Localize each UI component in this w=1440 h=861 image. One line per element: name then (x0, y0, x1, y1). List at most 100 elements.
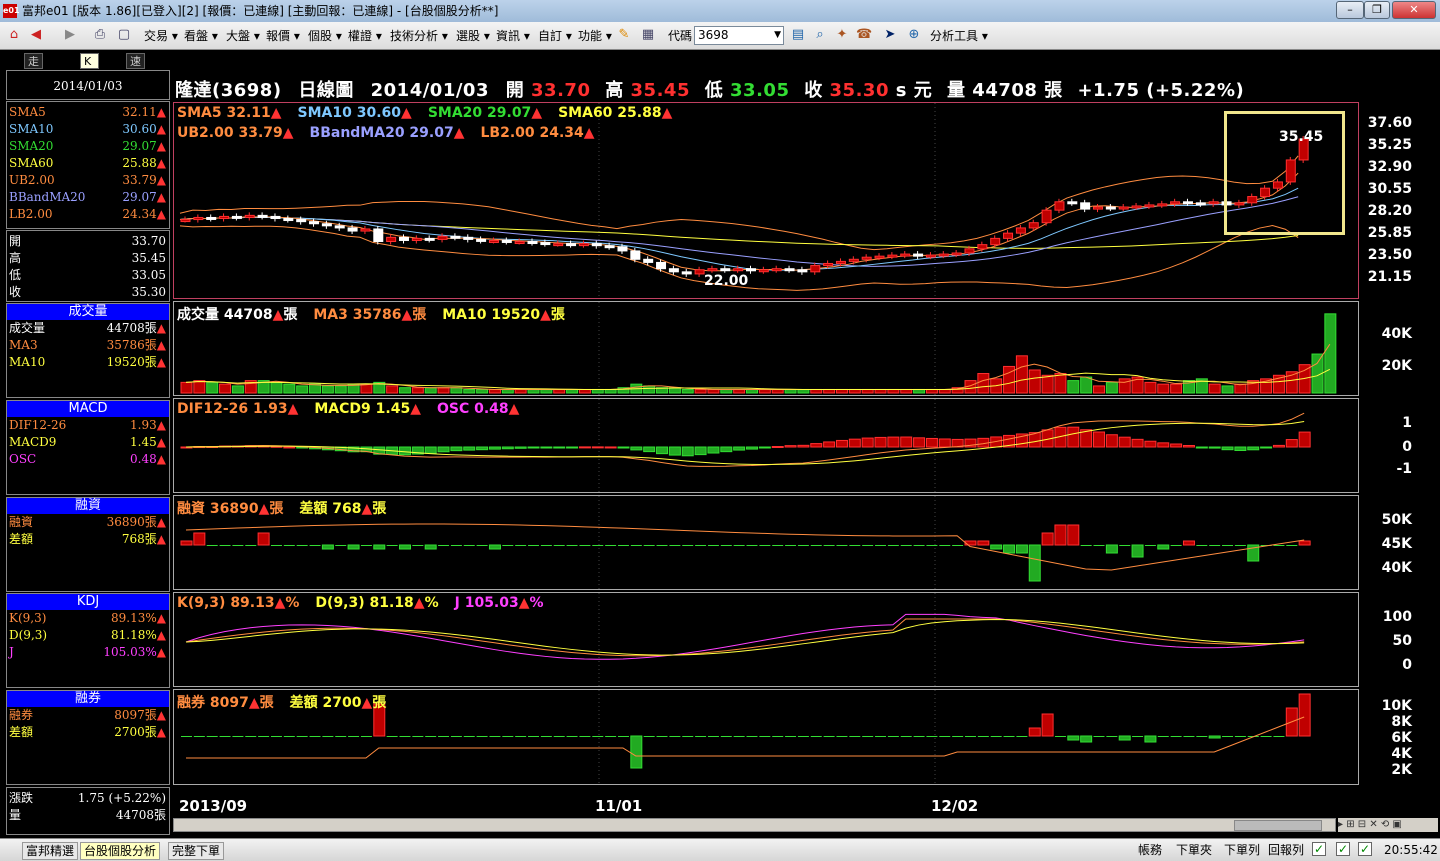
account-button[interactable]: 帳務 (1138, 842, 1162, 859)
margin-bar (669, 545, 681, 546)
check-icon[interactable]: ✓ (1312, 842, 1326, 856)
menu-item[interactable]: 個股 ▾ (308, 28, 342, 44)
macd-panel[interactable]: DIF12-26 1.93▲ MACD9 1.45▲ OSC 0.48▲ 1 0 -1 (173, 398, 1412, 493)
price-panel[interactable]: 22.00 35.45 SMA5 32.11▲ SMA10 30.60▲ SMA20 2… (173, 102, 1412, 299)
quote-icon[interactable]: ▤ (790, 27, 806, 43)
osc-bar (1157, 442, 1170, 448)
kdj-row: K(9,3) 89.13%▲ (7, 610, 169, 627)
maximize-button[interactable]: ❐ (1364, 1, 1390, 19)
cursor-icon[interactable]: ➤ (882, 27, 898, 43)
arrow-up-icon: ▲ (413, 595, 425, 611)
osc-bar (848, 438, 861, 448)
menu-item[interactable]: 選股 ▾ (456, 28, 490, 44)
margin-bar (206, 545, 218, 546)
candle (321, 223, 332, 227)
margin-bar (360, 545, 372, 546)
scrollbar-thumb[interactable] (1234, 820, 1322, 831)
arrow-up-icon: ▲ (156, 452, 166, 466)
axis-tick: 40K (1381, 326, 1412, 342)
menu-item[interactable]: 資訊 ▾ (496, 28, 530, 44)
pen-icon[interactable]: ✎ (616, 27, 632, 43)
volume-bar (694, 388, 707, 394)
tab-full-order[interactable]: 完整下單 (168, 842, 225, 860)
volume-bar (193, 380, 206, 394)
menu-item[interactable]: 看盤 ▾ (184, 28, 218, 44)
volume-bar (1080, 376, 1093, 394)
stock-code-input[interactable]: 3698 ▼ (694, 26, 784, 45)
order-folder-button[interactable]: 下單夾 (1176, 842, 1212, 859)
horizontal-scrollbar[interactable] (173, 818, 1336, 832)
volume-bar (925, 388, 938, 394)
print-icon[interactable]: ⎙ (92, 27, 108, 43)
osc-bar (925, 437, 938, 448)
osc-bar (1272, 444, 1285, 448)
d-line (185, 619, 1305, 656)
tab-stock-analysis[interactable]: 台股個股分析 (80, 842, 161, 860)
legend: 融資 36890▲張 差額 768▲張 (177, 498, 402, 518)
margin-bar (321, 544, 334, 550)
zoom-controls[interactable]: ▸ ⊞ ⊟ ✕ ⟲ ▣ (1338, 818, 1438, 832)
chevron-down-icon[interactable]: ▼ (774, 27, 781, 44)
tab-kline[interactable]: K線圖 (80, 53, 99, 98)
osc-bar (835, 439, 848, 448)
candle (1080, 202, 1091, 210)
tab-fubon-picks[interactable]: 富邦精選 (22, 842, 79, 860)
analysis-tools-menu[interactable]: 分析工具 ▾ (930, 28, 988, 44)
legend-item: SMA5 32.11▲ (177, 105, 282, 121)
check-icon[interactable]: ✓ (1336, 842, 1350, 856)
legend-item: 差額 768▲張 (299, 501, 387, 517)
short-bar (1132, 736, 1144, 737)
search-icon[interactable]: ⌕ (812, 27, 828, 43)
menu-item[interactable]: 權證 ▾ (348, 28, 382, 44)
order-bar-button[interactable]: 下單列 (1224, 842, 1260, 859)
back-icon[interactable]: ◀ (28, 27, 44, 43)
volume-bar (411, 387, 424, 394)
menu-item[interactable]: 交易 ▾ (144, 28, 178, 44)
menu-item[interactable]: 自訂 ▾ (538, 28, 572, 44)
margin-bar (424, 544, 437, 550)
ohlc-label: 收 (9, 285, 22, 299)
zoom-icon[interactable]: ⊕ (906, 27, 922, 43)
close-button[interactable]: ✕ (1392, 1, 1436, 19)
ma-row: SMA60 25.88▲ (7, 155, 169, 172)
margin-header: 融資 (7, 498, 169, 514)
ma-value: 29.07▲ (122, 139, 166, 153)
menu-item[interactable]: 功能 ▾ (578, 28, 612, 44)
volume-bar (1234, 383, 1247, 394)
volume-bar (835, 388, 848, 394)
calc-icon[interactable]: ▦ (640, 27, 656, 43)
short-bar (695, 736, 707, 737)
candle (1028, 222, 1039, 229)
arrow-up-icon: ▲ (156, 321, 166, 335)
macd-header: MACD (7, 401, 169, 417)
tab-trend[interactable]: 走勢圖 (24, 53, 43, 98)
ma3-line (185, 343, 1331, 390)
menu-item[interactable]: 技術分析 ▾ (390, 28, 448, 44)
forward-icon[interactable]: ▶ (62, 27, 78, 43)
volume-value: 44708張 (115, 808, 166, 822)
report-bar-button[interactable]: 回報列 (1268, 842, 1304, 859)
menu-item[interactable]: 大盤 ▾ (226, 28, 260, 44)
short-bar (476, 736, 488, 737)
home-icon[interactable]: ⌂ (6, 27, 22, 43)
volume-bar (848, 388, 861, 394)
margin-panel[interactable]: 融資 36890▲張 差額 768▲張 50K 45K 40K (173, 495, 1412, 590)
kdj-panel[interactable]: K(9,3) 89.13▲% D(9,3) 81.18▲% J 105.03▲% 10… (173, 592, 1412, 687)
short-bar (270, 736, 282, 737)
page-icon[interactable]: ▢ (116, 27, 132, 43)
tab-overview[interactable]: 速覽 (126, 53, 145, 83)
minimize-button[interactable]: – (1336, 1, 1364, 19)
short-bar (592, 736, 604, 737)
volume-panel[interactable]: 成交量 44708▲張 MA3 35786▲張 MA10 19520▲張 40K 20K (173, 301, 1412, 396)
margin-bar (450, 545, 462, 546)
osc-bar (488, 446, 501, 450)
osc-bar (694, 446, 707, 456)
candle (964, 248, 975, 254)
tools-icon[interactable]: ✦ (834, 27, 850, 43)
check-icon[interactable]: ✓ (1358, 842, 1372, 856)
margin-bar (566, 545, 578, 546)
short-bar (1170, 736, 1182, 737)
alert-icon[interactable]: ☎ (856, 27, 872, 43)
short-panel[interactable]: 融券 8097▲張 差額 2700▲張 10K 8K 6K 4K 2K (173, 689, 1412, 785)
menu-item[interactable]: 報價 ▾ (266, 28, 300, 44)
